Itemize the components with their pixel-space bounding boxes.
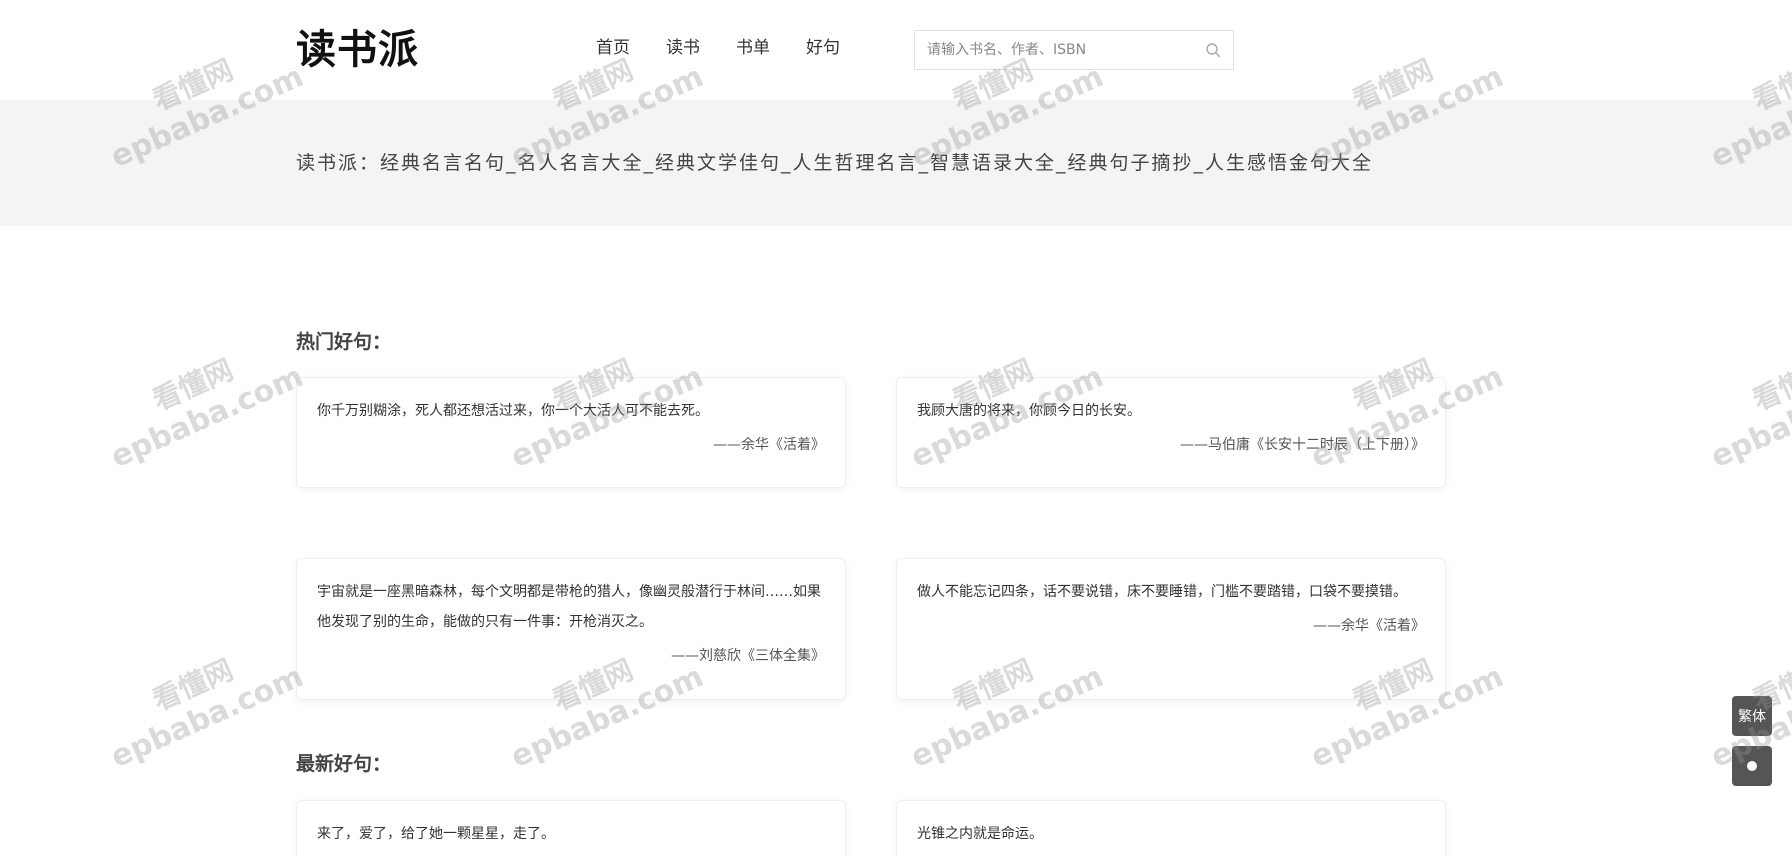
nav-booklist[interactable]: 书单: [736, 36, 770, 60]
site-logo[interactable]: 读书派: [296, 26, 419, 74]
quote-text: 我顾大唐的将来，你顾今日的长安。: [917, 403, 1141, 419]
quote-card[interactable]: 你千万别糊涂，死人都还想活过来，你一个大活人可不能去死。 ——余华《活着》: [296, 377, 846, 488]
quote-card[interactable]: 做人不能忘记四条，话不要说错，床不要睡错，门槛不要踏错，口袋不要摸错。 ——余华…: [896, 558, 1446, 700]
quote-text: 你千万别糊涂，死人都还想活过来，你一个大活人可不能去死。: [317, 403, 709, 419]
quote-source[interactable]: ——马伯庸《长安十二时辰（上下册）》: [917, 430, 1425, 460]
quote-card[interactable]: 来了，爱了，给了她一颗星星，走了。: [296, 800, 846, 856]
nav-reading[interactable]: 读书: [666, 36, 700, 60]
quote-source[interactable]: ——余华《活着》: [917, 611, 1425, 641]
hot-quotes-heading: 热门好句：: [296, 331, 392, 353]
quote-card[interactable]: 光锥之内就是命运。: [896, 800, 1446, 856]
nav-quotes[interactable]: 好句: [806, 36, 840, 60]
quote-source[interactable]: ——余华《活着》: [317, 430, 825, 460]
page-banner: 读书派：经典名言名句_名人名言大全_经典文学佳句_人生哲理名言_智慧语录大全_经…: [0, 100, 1792, 226]
search-box: [914, 30, 1234, 70]
search-input[interactable]: [915, 31, 1185, 69]
quote-text: 光锥之内就是命运。: [917, 826, 1043, 842]
latest-quotes-heading: 最新好句：: [296, 753, 392, 775]
site-header: 读书派 首页 读书 书单 好句: [0, 0, 1792, 100]
watermark: 看懂网epbaba.com: [105, 352, 309, 476]
nav-home[interactable]: 首页: [596, 36, 630, 60]
quote-card[interactable]: 宇宙就是一座黑暗森林，每个文明都是带枪的猎人，像幽灵般潜行于林间……如果他发现了…: [296, 558, 846, 700]
search-icon[interactable]: [1205, 42, 1221, 58]
quote-card[interactable]: 我顾大唐的将来，你顾今日的长安。 ——马伯庸《长安十二时辰（上下册）》: [896, 377, 1446, 488]
dot-icon: [1747, 761, 1757, 771]
quote-text: 做人不能忘记四条，话不要说错，床不要睡错，门槛不要踏错，口袋不要摸错。: [917, 584, 1407, 600]
traditional-chinese-button[interactable]: 繁体: [1732, 696, 1772, 736]
quote-source[interactable]: ——刘慈欣《三体全集》: [317, 641, 825, 671]
quote-text: 来了，爱了，给了她一颗星星，走了。: [317, 826, 555, 842]
page-title: 读书派：经典名言名句_名人名言大全_经典文学佳句_人生哲理名言_智慧语录大全_经…: [296, 152, 1374, 174]
theme-toggle-button[interactable]: [1732, 746, 1772, 786]
main-nav: 首页 读书 书单 好句: [596, 36, 876, 60]
watermark: 看懂网epbaba.com: [1705, 352, 1792, 476]
watermark: 看懂网epbaba.com: [105, 652, 309, 776]
quote-text: 宇宙就是一座黑暗森林，每个文明都是带枪的猎人，像幽灵般潜行于林间……如果他发现了…: [317, 584, 821, 630]
